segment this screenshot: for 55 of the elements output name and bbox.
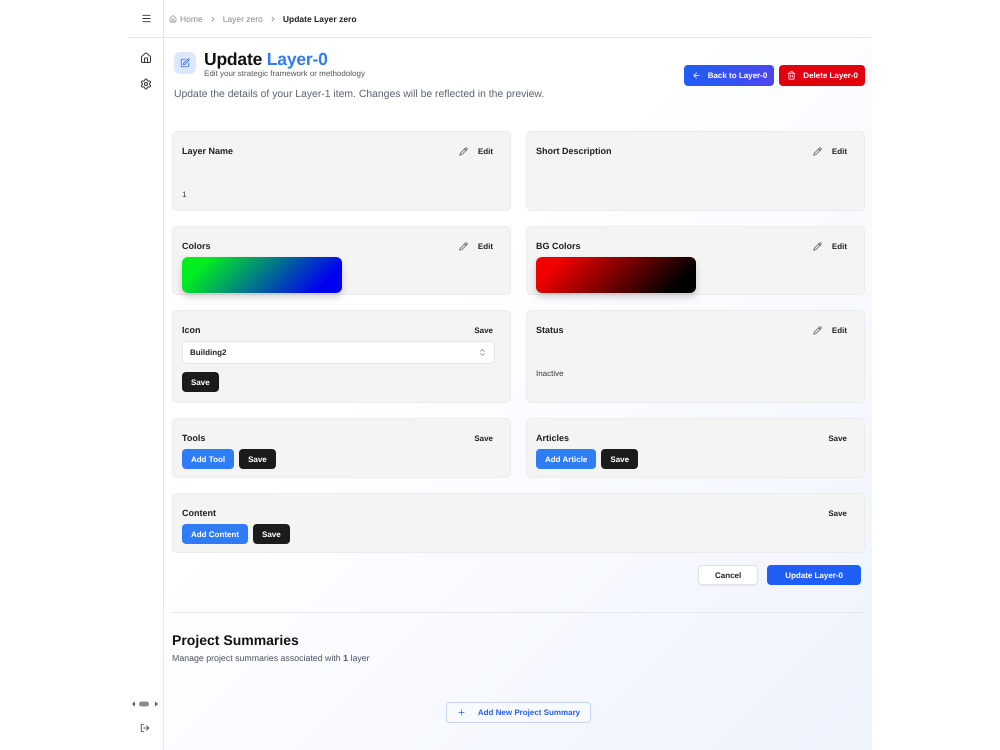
cancel-button[interactable]: Cancel <box>698 565 758 585</box>
arrow-left-icon <box>692 71 701 80</box>
edit-button[interactable]: Edit <box>810 326 849 334</box>
field-value: Inactive <box>536 369 564 379</box>
logout-icon[interactable] <box>140 723 150 733</box>
icon-select[interactable]: Building2 <box>182 341 495 364</box>
page-description: Update the details of your Layer-1 item. Changes will be reflected in the preview. <box>174 88 544 101</box>
add-summary-button[interactable]: Add New Project Summary <box>446 702 592 723</box>
save-button[interactable]: Save <box>472 326 495 334</box>
pencil-icon <box>458 146 468 156</box>
pencil-icon <box>458 242 468 250</box>
settings-icon[interactable] <box>140 78 152 90</box>
field-label: Articles <box>536 433 570 443</box>
section-subtitle: Manage project summaries associated with 1 layer <box>172 653 370 664</box>
pencil-icon <box>812 326 822 334</box>
add-button[interactable]: Add Content <box>182 524 248 544</box>
pencil-icon <box>812 242 822 250</box>
field-label: Colors <box>182 241 211 251</box>
save-button[interactable]: Save <box>472 434 495 442</box>
back-button[interactable]: Back to Layer-0 <box>684 65 774 86</box>
field-label: Tools <box>182 433 206 443</box>
edit-button[interactable]: Edit <box>810 146 849 156</box>
trash-icon <box>787 71 796 80</box>
add-button[interactable]: Add Tool <box>182 449 234 469</box>
breadcrumb-link[interactable]: Home <box>169 14 203 24</box>
save-button[interactable]: Save <box>253 524 290 544</box>
save-button[interactable]: Save <box>601 449 638 469</box>
field-label: BG Colors <box>536 241 581 251</box>
edit-icon <box>174 52 196 74</box>
delete-button[interactable]: Delete Layer-0 <box>779 65 865 86</box>
plus-icon <box>456 708 466 717</box>
section-title: Project Summaries <box>172 631 299 649</box>
edit-button[interactable]: Edit <box>456 146 495 156</box>
page-subtitle: Edit your strategic framework or methodology <box>204 69 365 79</box>
save-button[interactable]: Save <box>239 449 276 469</box>
chevron-up-down-icon <box>478 348 487 357</box>
update-button[interactable]: Update Layer-0 <box>767 565 861 585</box>
menu-icon[interactable] <box>140 13 152 24</box>
field-label: Layer Name <box>182 146 234 156</box>
field-label: Icon <box>182 325 201 335</box>
add-button[interactable]: Add Article <box>536 449 596 469</box>
field-label: Status <box>536 325 564 335</box>
pencil-icon <box>812 146 822 156</box>
field-label: Short Description <box>536 146 612 156</box>
save-button[interactable]: Save <box>182 372 219 392</box>
save-button[interactable]: Save <box>826 434 849 442</box>
breadcrumb-link[interactable]: Update Layer zero <box>282 14 357 24</box>
edit-button[interactable]: Edit <box>456 242 495 250</box>
edit-button[interactable]: Edit <box>810 242 849 250</box>
field-value: 1 <box>182 190 186 200</box>
field-label: Content <box>182 508 216 518</box>
home-icon[interactable] <box>140 52 152 64</box>
home-icon <box>169 14 177 22</box>
save-button[interactable]: Save <box>826 508 849 518</box>
page-title: Update Layer-0 <box>204 50 328 69</box>
